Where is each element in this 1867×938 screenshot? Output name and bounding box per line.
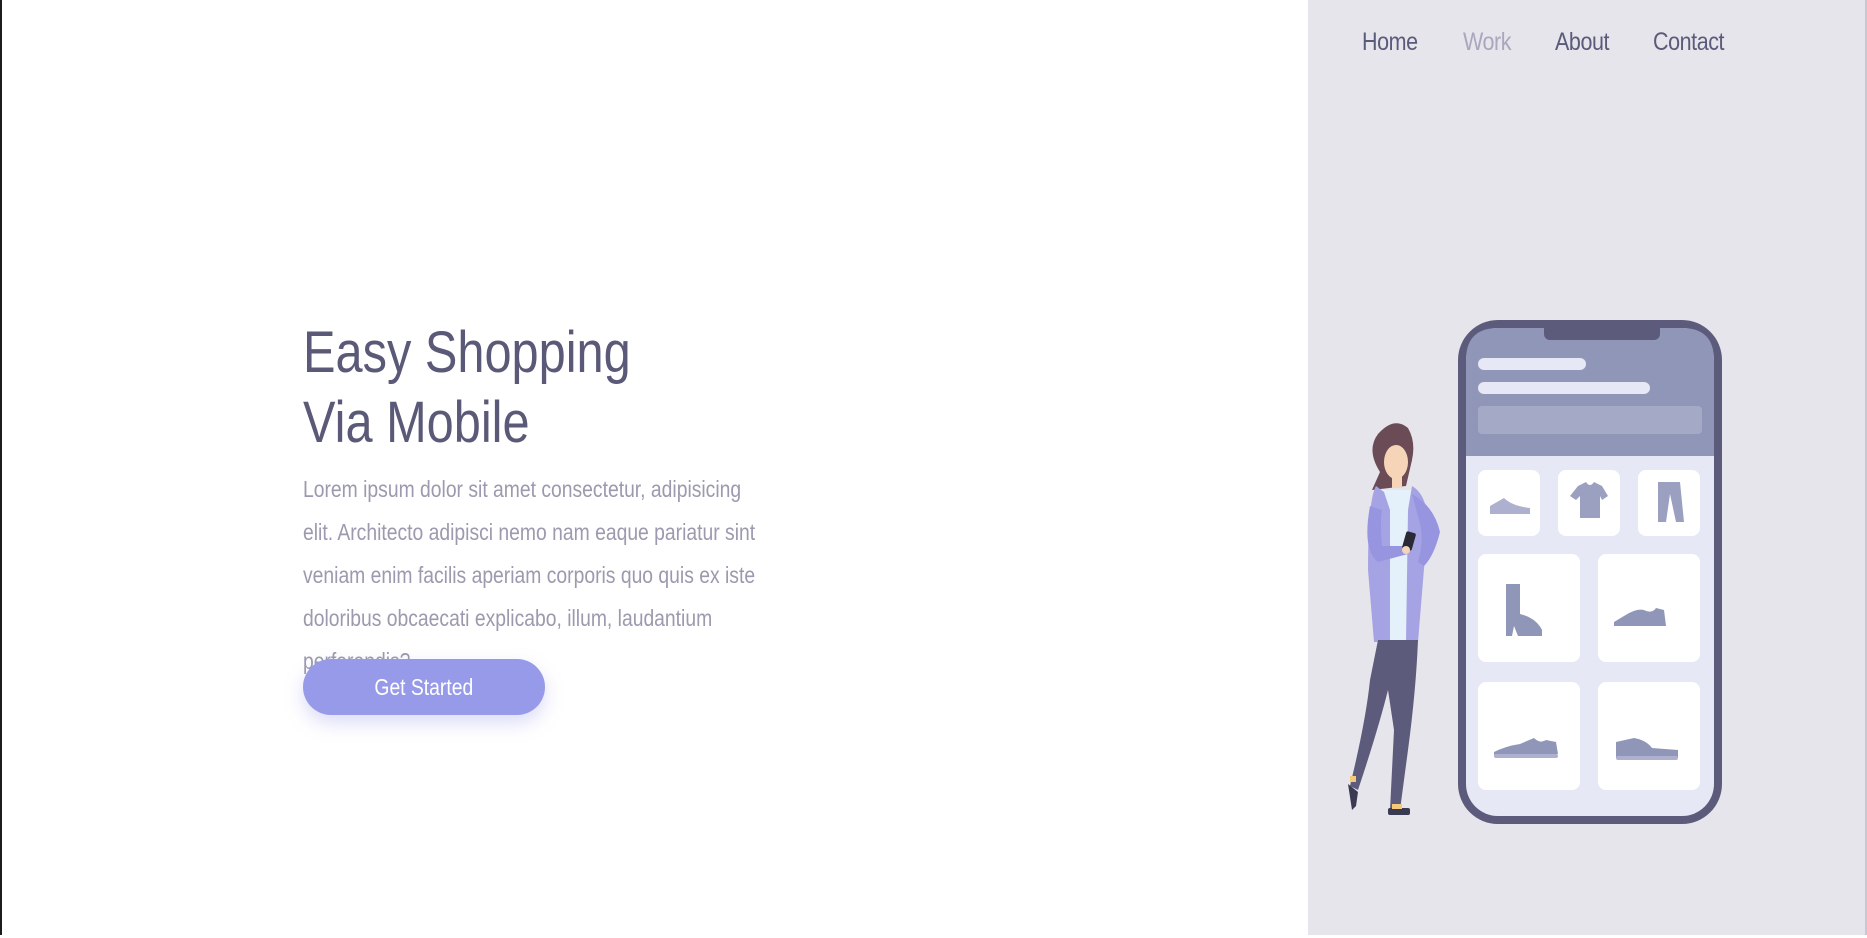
phone-mockup — [1458, 320, 1722, 824]
nav-home-link[interactable]: Home — [1362, 28, 1418, 57]
get-started-button[interactable]: Get Started — [303, 659, 545, 715]
get-started-label: Get Started — [374, 673, 474, 700]
nav-work-link[interactable]: Work — [1463, 28, 1511, 57]
hero-title-line1: Easy Shopping — [303, 320, 631, 385]
main-nav: Home Work About Contact — [1362, 28, 1736, 57]
nav-contact-link[interactable]: Contact — [1653, 28, 1725, 57]
hero-title: Easy Shopping Via Mobile — [303, 318, 740, 458]
hero-title-line2: Via Mobile — [303, 390, 530, 455]
woman-figure — [1348, 423, 1440, 815]
nav-about-link[interactable]: About — [1555, 28, 1609, 57]
hero-section: Easy Shopping Via Mobile Lorem ipsum dol… — [303, 318, 823, 683]
hero-description: Lorem ipsum dolor sit amet consectetur, … — [303, 476, 756, 674]
shopping-illustration — [1348, 320, 1722, 824]
window-left-edge — [0, 0, 2, 938]
